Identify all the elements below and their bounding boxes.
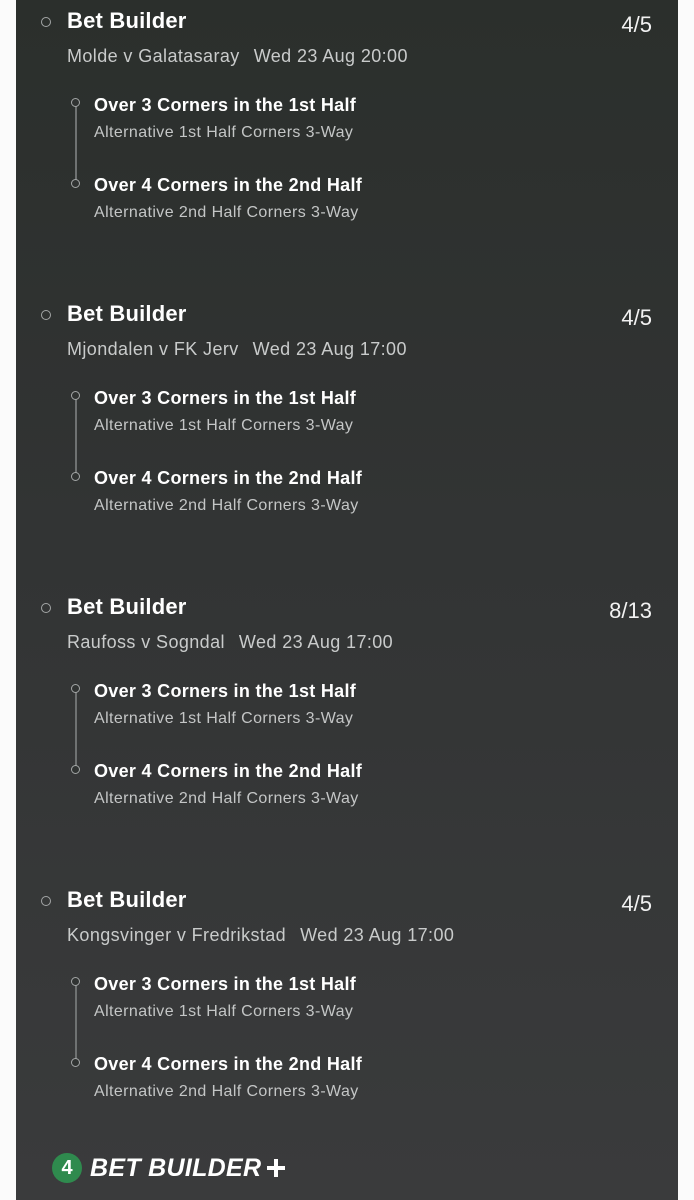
- leg-market: Alternative 2nd Half Corners 3-Way: [94, 1083, 359, 1100]
- leg-circle-icon: [71, 684, 80, 693]
- match-datetime: Wed 23 Aug 17:00: [252, 339, 407, 359]
- leg-circle-icon: [71, 179, 80, 188]
- selection-circle-icon: [41, 17, 51, 27]
- leg-selection: Over 3 Corners in the 1st Half: [94, 95, 357, 115]
- leg-circle-icon: [71, 1058, 80, 1067]
- bet-card[interactable]: Bet Builder 4/5 Mjondalen v FK Jerv Wed 2…: [16, 297, 678, 537]
- bet-card[interactable]: Bet Builder 4/5 Molde v Galatasaray Wed 2…: [16, 4, 678, 244]
- match-teams: Molde v Galatasaray: [67, 46, 240, 66]
- bet-slip-panel: Bet Builder 4/5 Molde v Galatasaray Wed 2…: [16, 0, 678, 1200]
- match-datetime: Wed 23 Aug 17:00: [238, 632, 394, 652]
- leg-market: Alternative 1st Half Corners 3-Way: [94, 124, 354, 141]
- leg-selection: Over 4 Corners in the 2nd Half: [94, 468, 363, 488]
- leg-selection: Over 4 Corners in the 2nd Half: [94, 175, 363, 195]
- bet-match-info: Molde v Galatasaray Wed 23 Aug 20:00: [67, 46, 408, 67]
- match-teams: Raufoss v Sogndal: [67, 632, 225, 652]
- leg-circle-icon: [71, 977, 80, 986]
- selection-circle-icon: [41, 310, 51, 320]
- bet-odds: 4/5: [621, 305, 652, 330]
- leg-connector-line: [75, 101, 77, 182]
- leg-market: Alternative 1st Half Corners 3-Way: [94, 710, 354, 727]
- leg-count-badge: 4: [52, 1153, 82, 1183]
- leg-market: Alternative 2nd Half Corners 3-Way: [94, 204, 359, 221]
- leg-selection: Over 3 Corners in the 1st Half: [94, 681, 357, 701]
- leg-market: Alternative 1st Half Corners 3-Way: [94, 417, 354, 434]
- leg-market: Alternative 2nd Half Corners 3-Way: [94, 497, 359, 514]
- bet-match-info: Kongsvinger v Fredrikstad Wed 23 Aug 17:0…: [67, 925, 454, 946]
- leg-circle-icon: [71, 98, 80, 107]
- match-datetime: Wed 23 Aug 20:00: [253, 46, 408, 66]
- leg-selection: Over 3 Corners in the 1st Half: [94, 388, 357, 408]
- bet-odds: 8/13: [609, 598, 652, 623]
- leg-circle-icon: [71, 391, 80, 400]
- selection-circle-icon: [41, 603, 51, 613]
- bet-title: Bet Builder: [67, 594, 187, 619]
- leg-connector-line: [75, 394, 77, 475]
- bet-title: Bet Builder: [67, 8, 187, 33]
- leg-selection: Over 3 Corners in the 1st Half: [94, 974, 357, 994]
- bet-card[interactable]: Bet Builder 4/5 Kongsvinger v Fredriksta…: [16, 883, 678, 1123]
- match-teams: Mjondalen v FK Jerv: [67, 339, 239, 359]
- bet-match-info: Mjondalen v FK Jerv Wed 23 Aug 17:00: [67, 339, 407, 360]
- leg-market: Alternative 2nd Half Corners 3-Way: [94, 790, 359, 807]
- plus-icon: [267, 1159, 286, 1177]
- match-teams: Kongsvinger v Fredrikstad: [67, 925, 287, 945]
- bet-title: Bet Builder: [67, 887, 187, 912]
- leg-connector-line: [75, 980, 77, 1061]
- selection-circle-icon: [41, 896, 51, 906]
- leg-selection: Over 4 Corners in the 2nd Half: [94, 761, 363, 781]
- brand-text: BET BUILDER: [90, 1153, 262, 1182]
- bet-odds: 4/5: [621, 891, 652, 916]
- bet-match-info: Raufoss v Sogndal Wed 23 Aug 17:00: [67, 632, 393, 653]
- bet-odds: 4/5: [621, 12, 652, 37]
- bet-title: Bet Builder: [67, 301, 187, 326]
- bet-card[interactable]: Bet Builder 8/13 Raufoss v Sogndal Wed 23…: [16, 590, 678, 830]
- leg-circle-icon: [71, 765, 80, 774]
- leg-selection: Over 4 Corners in the 2nd Half: [94, 1054, 363, 1074]
- leg-market: Alternative 1st Half Corners 3-Way: [94, 1003, 354, 1020]
- match-datetime: Wed 23 Aug 17:00: [300, 925, 455, 945]
- leg-circle-icon: [71, 472, 80, 481]
- bet-builder-plus-logo: 4 BET BUILDER: [52, 1152, 286, 1184]
- leg-connector-line: [75, 687, 77, 768]
